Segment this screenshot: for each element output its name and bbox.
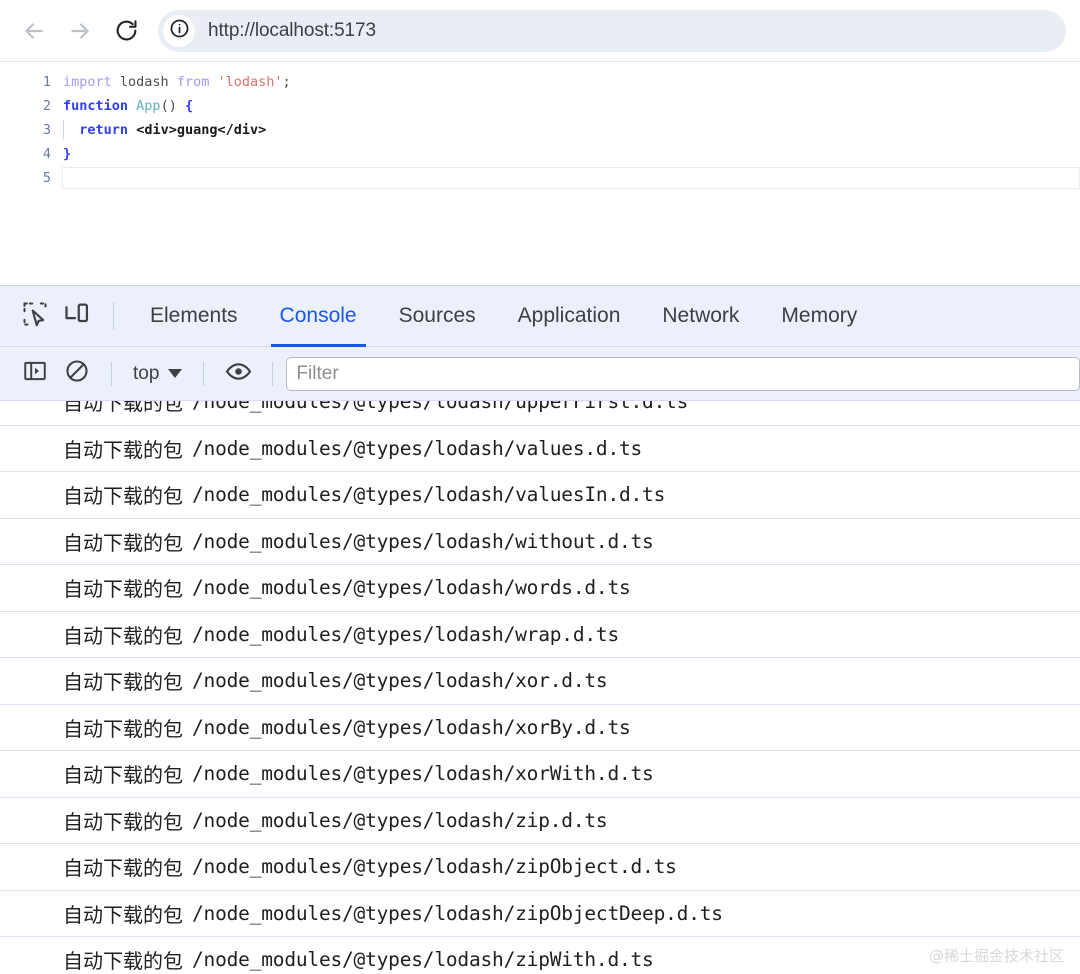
live-expression-eye-icon <box>225 358 252 390</box>
page-viewport: 1 import lodash from 'lodash'; 2 function A… <box>0 61 1080 285</box>
console-sidebar-icon <box>22 358 48 389</box>
console-message-path: /node_modules/@types/lodash/zipObject.d.… <box>192 855 677 879</box>
console-message-row[interactable]: 自动下载的包/node_modules/@types/lodash/zip.d.… <box>0 796 1080 844</box>
console-message-path: /node_modules/@types/lodash/wrap.d.ts <box>192 622 619 646</box>
code-line[interactable]: 1 import lodash from 'lodash'; <box>0 70 1080 94</box>
code-line[interactable]: 5 <box>0 166 1080 190</box>
console-message-label: 自动下载的包 <box>63 949 183 974</box>
url-text: http://localhost:5173 <box>208 19 376 41</box>
console-filter-input[interactable] <box>286 356 1080 391</box>
arrow-left-icon <box>21 18 47 44</box>
tab-application[interactable]: Application <box>497 286 642 347</box>
console-message-label: 自动下载的包 <box>63 716 183 741</box>
console-message-label: 自动下载的包 <box>63 763 183 788</box>
tab-memory[interactable]: Memory <box>760 286 878 347</box>
clear-console-icon <box>64 358 90 389</box>
code-text: import lodash from 'lodash'; <box>63 74 291 90</box>
reload-button[interactable] <box>106 11 146 51</box>
execution-context-select[interactable]: top <box>125 357 190 391</box>
console-message-path: /node_modules/@types/lodash/zip.d.ts <box>192 808 608 832</box>
console-toolbar: top <box>0 347 1080 401</box>
console-message-path: /node_modules/@types/lodash/xorWith.d.ts <box>192 762 654 786</box>
console-sidebar-button[interactable] <box>14 353 56 395</box>
code-text: return <div>guang</div> <box>62 118 1080 142</box>
console-message-path: /node_modules/@types/lodash/xor.d.ts <box>192 669 608 693</box>
console-message-row[interactable]: 自动下载的包/node_modules/@types/lodash/zipWit… <box>0 936 1080 974</box>
forward-button[interactable] <box>60 11 100 51</box>
console-message-label: 自动下载的包 <box>63 856 183 881</box>
console-message-row[interactable]: 自动下载的包/node_modules/@types/lodash/xorBy.… <box>0 703 1080 751</box>
line-number: 5 <box>42 170 51 186</box>
console-message-label: 自动下载的包 <box>63 670 183 695</box>
console-message-row[interactable]: 自动下载的包/node_modules/@types/lodash/zipObj… <box>0 889 1080 937</box>
console-message-label: 自动下载的包 <box>63 809 183 834</box>
console-message-path: /node_modules/@types/lodash/without.d.ts <box>192 529 654 553</box>
tabbar-divider <box>113 302 114 330</box>
tab-console[interactable]: Console <box>259 286 378 347</box>
tab-elements[interactable]: Elements <box>129 286 259 347</box>
console-message-row[interactable]: 自动下载的包/node_modules/@types/lodash/upperF… <box>0 401 1080 425</box>
console-message-row[interactable]: 自动下载的包/node_modules/@types/lodash/words.… <box>0 564 1080 611</box>
inspect-element-button[interactable] <box>14 295 56 337</box>
toolbar-divider-1 <box>111 361 112 386</box>
code-text: } <box>63 146 72 162</box>
line-number: 2 <box>42 98 51 114</box>
line-number: 3 <box>42 122 51 138</box>
device-toolbar-icon <box>63 300 91 333</box>
console-message-path: /node_modules/@types/lodash/upperFirst.d… <box>192 401 689 413</box>
console-message-path: /node_modules/@types/lodash/zipObjectDee… <box>192 901 723 925</box>
console-message-label: 自动下载的包 <box>63 530 183 555</box>
devtools-tab-list: Elements Console Sources Application Network… <box>129 286 878 347</box>
console-message-label: 自动下载的包 <box>63 484 183 509</box>
console-message-list[interactable]: 自动下载的包/node_modules/@types/lodash/upperF… <box>0 401 1080 974</box>
console-message-path: /node_modules/@types/lodash/zipWith.d.ts <box>192 948 654 972</box>
address-bar[interactable]: http://localhost:5173 <box>158 9 1066 52</box>
console-message-row[interactable]: 自动下载的包/node_modules/@types/lodash/values… <box>0 424 1080 472</box>
console-message-row[interactable]: 自动下载的包/node_modules/@types/lodash/withou… <box>0 517 1080 565</box>
console-message-row[interactable]: 自动下载的包/node_modules/@types/lodash/wrap.d… <box>0 610 1080 658</box>
arrow-right-icon <box>67 18 93 44</box>
devtools-panel: Elements Console Sources Application Network… <box>0 285 1080 974</box>
live-expression-button[interactable] <box>217 353 259 395</box>
toolbar-divider-2 <box>203 361 205 386</box>
chevron-down-icon <box>168 369 183 378</box>
back-button[interactable] <box>14 11 54 51</box>
console-message-row[interactable]: 自动下载的包/node_modules/@types/lodash/values… <box>0 471 1080 518</box>
console-message-label: 自动下载的包 <box>63 902 183 927</box>
reload-icon <box>114 18 139 43</box>
console-message-row[interactable]: 自动下载的包/node_modules/@types/lodash/xor.d.… <box>0 657 1080 704</box>
execution-context-label: top <box>133 362 160 384</box>
console-message-label: 自动下载的包 <box>63 437 183 462</box>
browser-toolbar: http://localhost:5173 <box>0 0 1080 61</box>
line-number: 4 <box>42 146 51 162</box>
active-line-indicator <box>62 167 1080 189</box>
console-message-label: 自动下载的包 <box>63 623 183 648</box>
console-message-label: 自动下载的包 <box>63 401 183 415</box>
console-message-path: /node_modules/@types/lodash/words.d.ts <box>192 576 631 600</box>
line-number: 1 <box>42 74 51 90</box>
site-info-button[interactable] <box>163 14 195 47</box>
code-line[interactable]: 2 function App() { <box>0 94 1080 118</box>
code-line[interactable]: 4} <box>0 142 1080 166</box>
console-message-label: 自动下载的包 <box>63 577 183 602</box>
tab-network[interactable]: Network <box>641 286 760 347</box>
tab-sources[interactable]: Sources <box>378 286 497 347</box>
code-text: function App() { <box>63 98 194 114</box>
device-toolbar-button[interactable] <box>56 295 98 337</box>
info-circle-icon <box>169 18 190 44</box>
clear-console-button[interactable] <box>56 353 98 395</box>
devtools-tabbar: Elements Console Sources Application Network… <box>0 286 1080 347</box>
console-message-row[interactable]: 自动下载的包/node_modules/@types/lodash/zipObj… <box>0 843 1080 890</box>
inspect-element-icon <box>21 300 49 333</box>
console-message-path: /node_modules/@types/lodash/xorBy.d.ts <box>192 715 631 739</box>
toolbar-divider-3 <box>272 361 274 386</box>
console-message-path: /node_modules/@types/lodash/valuesIn.d.t… <box>192 483 666 507</box>
console-message-path: /node_modules/@types/lodash/values.d.ts <box>192 436 643 460</box>
code-line[interactable]: 3 return <div>guang</div> <box>0 118 1080 142</box>
code-editor[interactable]: 1 import lodash from 'lodash'; 2 function A… <box>0 70 1080 190</box>
console-message-row[interactable]: 自动下载的包/node_modules/@types/lodash/xorWit… <box>0 750 1080 797</box>
